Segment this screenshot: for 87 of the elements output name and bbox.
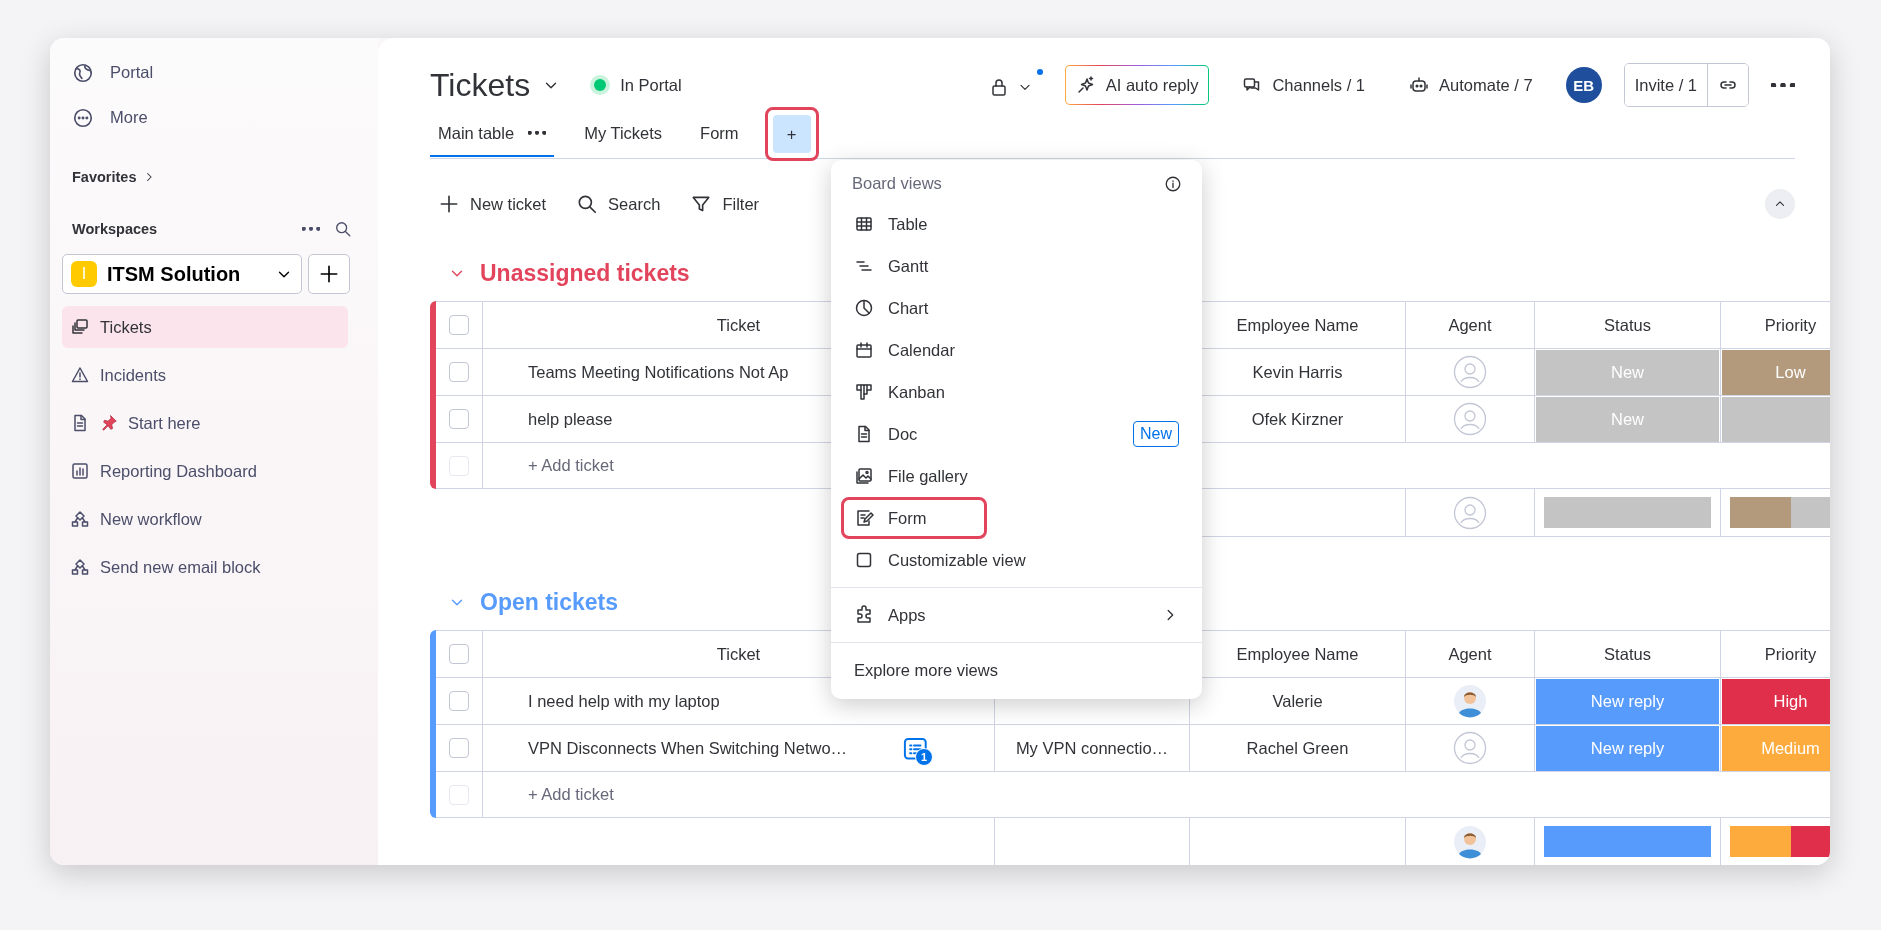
view-tab[interactable]: My Tickets — [576, 111, 671, 157]
workspace-badge: I — [71, 261, 97, 287]
sparkle-icon — [1075, 75, 1096, 95]
warning-icon — [70, 365, 90, 385]
sidebar-item[interactable]: Reporting Dashboard — [62, 450, 348, 492]
globe-icon — [72, 61, 94, 84]
ticket-title[interactable]: VPN Disconnects When Switching Netwo… — [528, 738, 848, 758]
bar-chart-icon — [70, 461, 90, 481]
sidebar-item[interactable]: New workflow — [62, 498, 348, 540]
ticket-title[interactable]: help please — [528, 409, 613, 429]
square-icon — [854, 550, 874, 570]
workflow-icon — [70, 557, 90, 577]
gallery-icon — [854, 466, 874, 486]
automate-button[interactable]: Automate / 7 — [1398, 65, 1544, 105]
copy-link-button[interactable] — [1707, 64, 1748, 106]
sidebar-item[interactable]: Tickets — [62, 306, 348, 348]
menu-item[interactable]: Kanban — [841, 371, 1192, 413]
checkbox[interactable] — [449, 738, 469, 758]
workspace-name: ITSM Solution — [107, 262, 242, 286]
workflow-icon — [70, 509, 90, 529]
column-header: Agent — [1405, 630, 1534, 677]
more-icon[interactable] — [1771, 82, 1795, 88]
sidebar-item[interactable]: Incidents — [62, 354, 348, 396]
column-header: Status — [1534, 301, 1720, 348]
new-badge: New — [1133, 421, 1179, 447]
menu-item[interactable]: Doc New — [841, 413, 1192, 455]
table-cell: My VPN connectio… — [994, 724, 1189, 771]
user-avatar[interactable]: EB — [1565, 67, 1602, 103]
checkbox[interactable] — [449, 691, 469, 711]
search-icon[interactable] — [334, 220, 352, 238]
sidebar-item[interactable]: Send new email block — [62, 546, 348, 588]
info-icon[interactable] — [1164, 174, 1182, 193]
board-title: Tickets — [430, 66, 531, 104]
table-cell: Rachel Green — [1189, 724, 1405, 771]
menu-title: Board views — [852, 174, 942, 193]
more-icon — [528, 131, 547, 135]
column-header: Priority — [1720, 301, 1830, 348]
count-badge: 1 — [915, 748, 934, 766]
clock-icon — [854, 298, 874, 318]
pin-icon — [100, 414, 118, 432]
section-title[interactable]: Favorites — [72, 169, 137, 185]
menu-item[interactable]: Gantt — [841, 245, 1192, 287]
menu-item[interactable]: Table — [841, 203, 1192, 245]
plus-icon — [438, 193, 460, 215]
more-icon[interactable] — [302, 227, 320, 231]
menu-item[interactable]: File gallery — [841, 455, 1192, 497]
puzzle-icon — [854, 605, 874, 625]
column-header: Status — [1534, 630, 1720, 677]
robot-icon — [1409, 75, 1430, 95]
view-tab[interactable]: Form — [692, 111, 747, 157]
calendar-icon — [854, 340, 874, 360]
search-icon — [576, 193, 599, 215]
checkbox[interactable] — [449, 409, 469, 429]
ellipsis-icon — [72, 106, 94, 129]
nav-link[interactable]: Portal — [110, 63, 154, 82]
add-view-button[interactable]: + — [772, 115, 811, 153]
ticket-title[interactable]: Teams Meeting Notifications Not Ap — [528, 362, 789, 382]
add-workspace-button[interactable] — [308, 254, 350, 294]
column-header: Agent — [1405, 301, 1534, 348]
checkbox[interactable] — [449, 362, 469, 382]
form-icon — [854, 508, 874, 528]
workspace-dropdown[interactable]: I ITSM Solution — [62, 254, 302, 294]
view-tab[interactable]: Main table — [430, 111, 555, 157]
channels-button[interactable]: Channels / 1 — [1231, 65, 1377, 105]
column-header: Priority — [1720, 630, 1830, 677]
add-item-link[interactable]: + Add ticket — [528, 456, 614, 475]
menu-item[interactable]: Customizable view — [841, 539, 1192, 581]
menu-item[interactable]: Form — [841, 497, 987, 539]
toolbar-button[interactable]: Filter — [690, 193, 760, 215]
ticket-title[interactable]: I need help with my laptop — [528, 691, 720, 711]
add-item-link[interactable]: + Add ticket — [528, 785, 614, 804]
group-title[interactable]: Unassigned tickets — [480, 259, 690, 287]
priority-label[interactable]: High — [1722, 678, 1830, 724]
status-label: In Portal — [620, 75, 682, 95]
nav-link[interactable]: More — [110, 108, 148, 127]
board-icon — [70, 317, 90, 337]
table-icon — [854, 214, 874, 234]
section-title: Workspaces — [72, 221, 159, 237]
kanban-icon — [854, 382, 874, 402]
checkbox[interactable] — [449, 315, 469, 335]
checkbox[interactable] — [449, 644, 469, 664]
sidebar-item[interactable]: Start here — [62, 402, 348, 444]
toolbar-button[interactable]: New ticket — [438, 193, 547, 215]
plus-icon — [318, 263, 340, 285]
toolbar-button[interactable]: Search — [576, 193, 661, 215]
ai-reply-button[interactable]: AI auto reply — [1064, 65, 1210, 105]
updates-icon — [901, 735, 928, 761]
